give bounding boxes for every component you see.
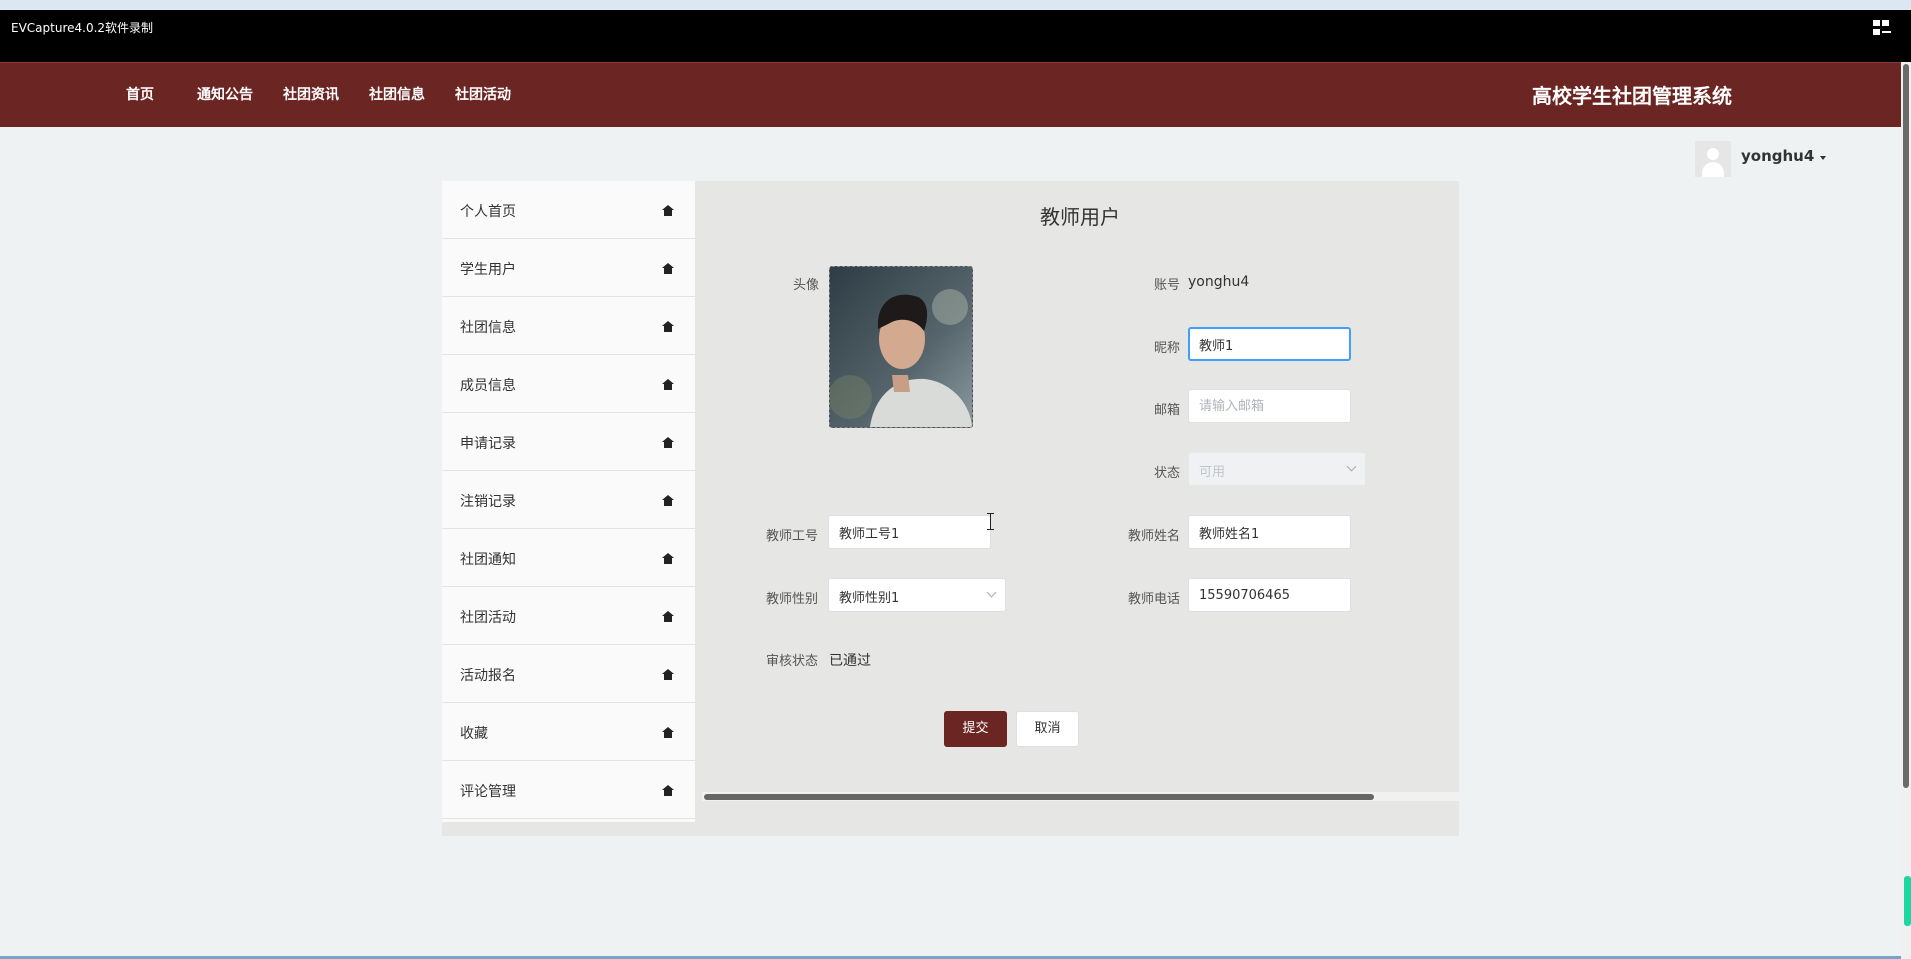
sidebar-item-student-users[interactable]: 学生用户 — [442, 239, 695, 297]
sidebar-item-label: 社团活动 — [460, 610, 516, 626]
sidebar-item-comment-management[interactable]: 评论管理 — [442, 761, 695, 819]
sidebar-item-activity-signup[interactable]: 活动报名 — [442, 645, 695, 703]
sidebar-item-label: 申请记录 — [460, 436, 516, 452]
caret-down-icon[interactable] — [1820, 156, 1826, 160]
sidebar-item-member-info[interactable]: 成员信息 — [442, 355, 695, 413]
home-icon — [662, 611, 674, 622]
status-label: 状态 — [1154, 466, 1181, 481]
sidebar-item-label: 注销记录 — [460, 494, 516, 510]
chevron-down-icon — [1346, 461, 1357, 472]
sidebar-item-label: 收藏 — [460, 726, 488, 742]
review-status-label: 审核状态 — [766, 654, 819, 669]
email-label: 邮箱 — [1154, 403, 1181, 418]
sidebar-item-label: 社团信息 — [460, 320, 516, 336]
layout-icon[interactable] — [1873, 20, 1891, 36]
home-icon — [662, 495, 674, 506]
chevron-down-icon — [986, 587, 997, 598]
sidebar-menu: 个人首页 学生用户 社团信息 成员信息 申请记录 注销记录 社团通知 社团活动 … — [442, 181, 695, 822]
sidebar-item-application-records[interactable]: 申请记录 — [442, 413, 695, 471]
text-cursor-icon — [987, 513, 995, 530]
teacher-no-input[interactable] — [828, 515, 991, 549]
home-icon — [662, 437, 674, 448]
avatar-label: 头像 — [793, 278, 820, 293]
teacher-no-label: 教师工号 — [766, 529, 819, 544]
home-icon — [662, 553, 674, 564]
avatar-upload[interactable] — [829, 266, 973, 428]
sidebar-item-label: 成员信息 — [460, 378, 516, 394]
horizontal-scrollbar[interactable] — [702, 792, 1459, 801]
site-brand: 高校学生社团管理系统 — [1532, 84, 1732, 108]
browser-tab-strip — [0, 0, 1911, 10]
home-icon — [662, 669, 674, 680]
status-select: 可用 — [1188, 452, 1366, 486]
vertical-scrollbar[interactable] — [1901, 62, 1911, 959]
nav-item-home[interactable]: 首页 — [126, 84, 154, 104]
home-icon — [662, 379, 674, 390]
teacher-name-input[interactable] — [1188, 515, 1351, 549]
home-icon — [662, 263, 674, 274]
sidebar-item-favorites[interactable]: 收藏 — [442, 703, 695, 761]
home-icon — [662, 321, 674, 332]
nav-item-club-info[interactable]: 社团信息 — [369, 84, 425, 104]
sidebar-item-label: 社团通知 — [460, 552, 516, 568]
review-status-value: 已通过 — [829, 653, 871, 669]
teacher-name-label: 教师姓名 — [1128, 529, 1181, 544]
sidebar-item-label: 活动报名 — [460, 668, 516, 684]
top-navbar: 首页 通知公告 社团资讯 社团信息 社团活动 高校学生社团管理系统 — [0, 62, 1901, 127]
account-label: 账号 — [1154, 278, 1181, 293]
sidebar-item-club-notices[interactable]: 社团通知 — [442, 529, 695, 587]
page-title: 教师用户 — [1040, 205, 1120, 229]
sidebar-item-label: 评论管理 — [460, 784, 516, 800]
cancel-button[interactable]: 取消 — [1016, 711, 1079, 747]
username: yonghu4 — [1741, 147, 1815, 165]
teacher-gender-value: 教师性别1 — [839, 591, 900, 606]
nav-item-club-activities[interactable]: 社团活动 — [455, 84, 511, 104]
nickname-input[interactable] — [1188, 327, 1351, 361]
avatar-photo — [830, 267, 972, 427]
sidebar-item-label: 个人首页 — [460, 204, 516, 220]
home-icon — [662, 785, 674, 796]
capture-title-bar: EVCapture4.0.2软件录制 — [0, 10, 1911, 62]
account-value: yonghu4 — [1188, 274, 1250, 290]
capture-app-title: EVCapture4.0.2软件录制 — [11, 21, 154, 35]
home-icon — [662, 205, 674, 216]
sidebar-item-profile-home[interactable]: 个人首页 — [442, 181, 695, 239]
submit-button[interactable]: 提交 — [944, 711, 1007, 747]
nickname-label: 昵称 — [1154, 341, 1181, 356]
user-avatar-icon — [1695, 141, 1731, 177]
sidebar-item-cancellation-records[interactable]: 注销记录 — [442, 471, 695, 529]
nav-item-club-news[interactable]: 社团资讯 — [283, 84, 339, 104]
teacher-phone-input[interactable] — [1188, 578, 1351, 612]
status-value: 可用 — [1199, 465, 1226, 480]
nav-item-notices[interactable]: 通知公告 — [197, 84, 253, 104]
side-widget-handle[interactable] — [1904, 876, 1911, 926]
vertical-scrollbar-thumb[interactable] — [1903, 64, 1909, 788]
teacher-phone-label: 教师电话 — [1128, 592, 1181, 607]
sidebar-item-club-info[interactable]: 社团信息 — [442, 297, 695, 355]
sidebar-item-label: 学生用户 — [460, 262, 516, 278]
email-input[interactable] — [1188, 389, 1351, 423]
horizontal-scrollbar-thumb[interactable] — [704, 794, 1374, 800]
home-icon — [662, 727, 674, 738]
teacher-gender-label: 教师性别 — [766, 592, 819, 607]
sidebar-item-club-activities[interactable]: 社团活动 — [442, 587, 695, 645]
teacher-gender-select[interactable]: 教师性别1 — [828, 578, 1006, 612]
